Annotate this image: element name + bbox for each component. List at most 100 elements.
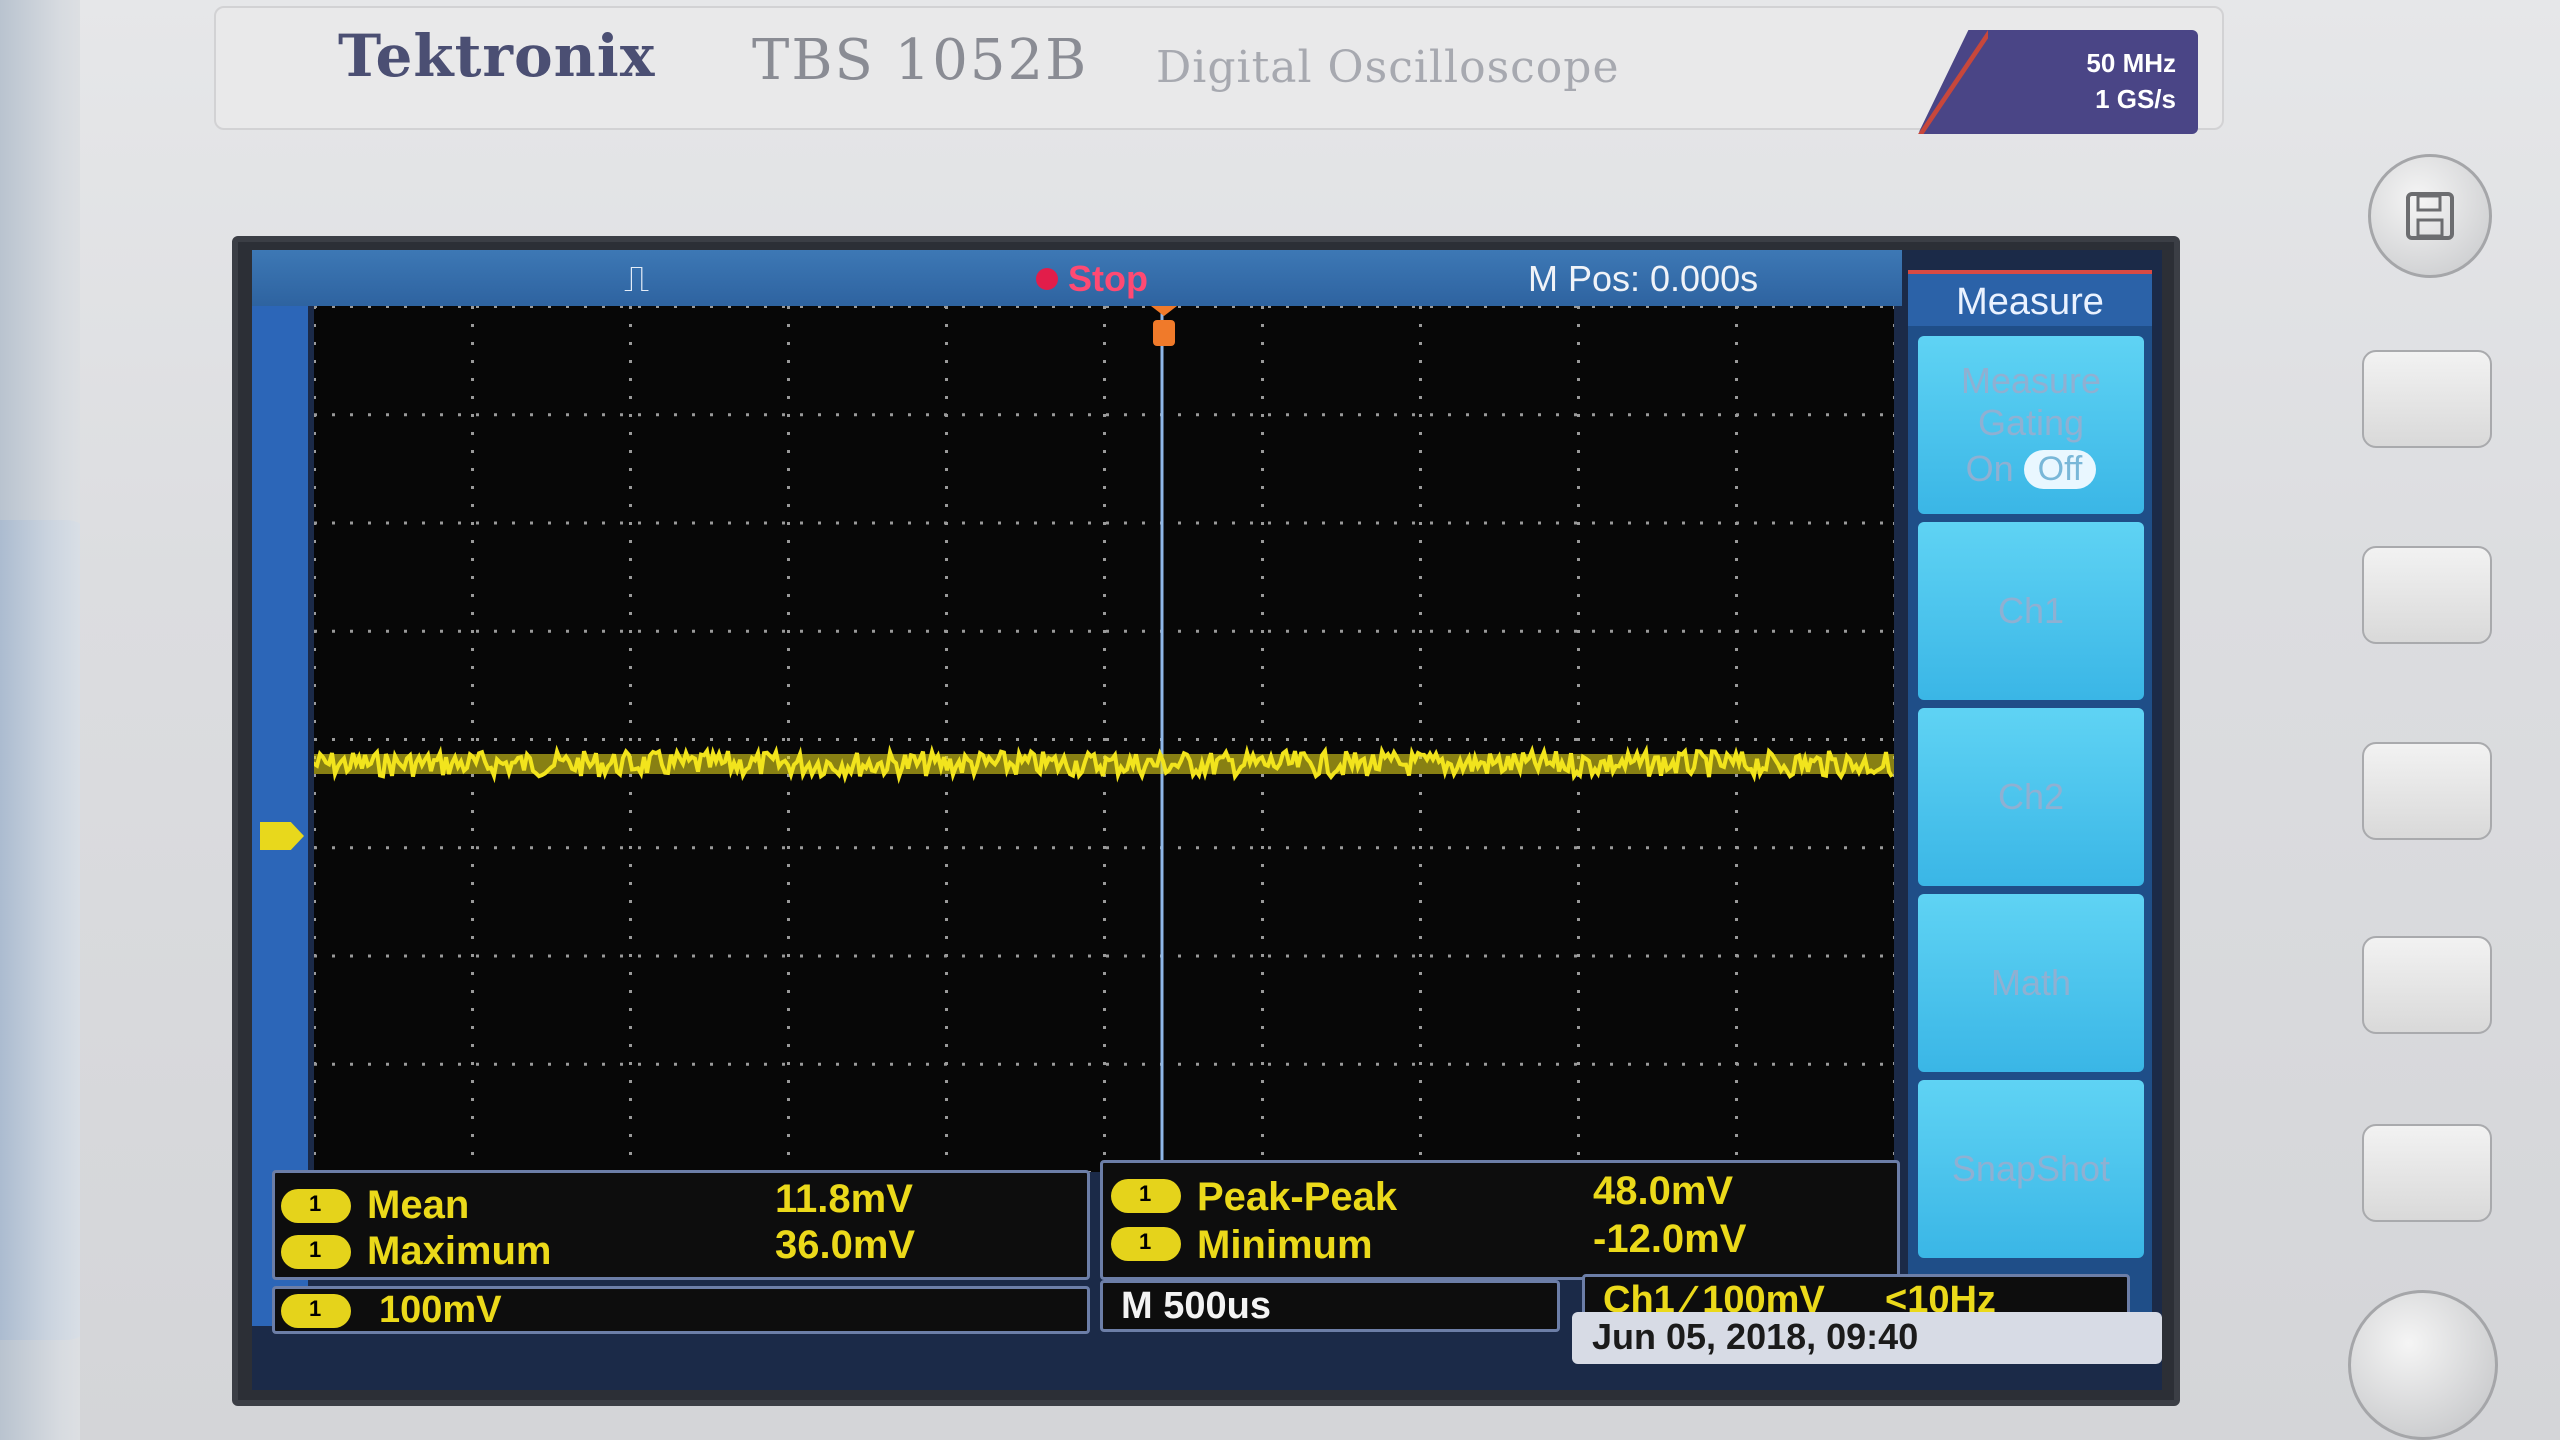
grid-dot	[1577, 468, 1580, 471]
grid-dot	[440, 413, 443, 417]
grid-dot	[728, 629, 731, 633]
gating-label-line2: Gating	[1977, 402, 2085, 443]
grid-dot	[638, 954, 641, 958]
grid-dot	[368, 954, 371, 958]
grid-dot	[854, 1062, 857, 1066]
grid-dot	[1261, 468, 1264, 471]
grid-dot	[1232, 521, 1235, 525]
grid-dot	[1808, 1062, 1811, 1066]
snapshot-button[interactable]: SnapShot	[1918, 1080, 2144, 1258]
grid-dot	[566, 738, 569, 741]
grid-dot	[629, 936, 632, 939]
grid-dot	[1808, 305, 1811, 308]
grid-dot	[620, 305, 623, 308]
grid-dot	[1893, 954, 1896, 957]
grid-dot	[440, 954, 443, 958]
math-button[interactable]: Math	[1918, 894, 2144, 1072]
gating-toggle[interactable]: On Off	[1966, 448, 2097, 490]
grid-dot	[1577, 1098, 1580, 1101]
grid-dot	[1124, 954, 1127, 958]
grid-dot	[764, 846, 767, 850]
ch1-scale: 100mV	[379, 1289, 502, 1331]
grid-dot	[1430, 846, 1433, 850]
grid-dot	[787, 558, 790, 561]
ch1-button[interactable]: Ch1	[1918, 522, 2144, 700]
grid-dot	[787, 450, 790, 453]
option-button-3[interactable]	[2362, 742, 2492, 840]
grid-dot	[404, 305, 407, 308]
option-button-1[interactable]	[2362, 350, 2492, 448]
grid-dot	[1261, 342, 1264, 345]
grid-dot	[471, 828, 474, 831]
grid-dot	[1261, 990, 1264, 993]
grid-dot	[656, 413, 659, 417]
option-button-2[interactable]	[2362, 546, 2492, 644]
grid-dot	[313, 1116, 316, 1119]
grid-dot	[1232, 629, 1235, 633]
grid-dot	[1502, 738, 1505, 741]
grid-dot	[945, 576, 948, 579]
grid-dot	[1322, 629, 1325, 633]
grid-dot	[350, 1062, 353, 1066]
grid-dot	[1103, 1008, 1106, 1011]
grid-dot	[1502, 521, 1505, 525]
option-button-5[interactable]	[2362, 1124, 2492, 1222]
grid-dot	[440, 846, 443, 850]
grid-dot	[908, 738, 911, 741]
measurement-value: -12.0mV	[1593, 1217, 1747, 1261]
grid-dot	[1844, 521, 1847, 525]
grid-dot	[1844, 1062, 1847, 1066]
grid-dot	[944, 413, 947, 417]
grid-dot	[1196, 1062, 1199, 1066]
grid-dot	[787, 720, 790, 723]
grid-dot	[1772, 738, 1775, 741]
grid-dot	[386, 629, 389, 633]
save-button[interactable]	[2368, 154, 2492, 278]
grid-dot	[471, 1152, 474, 1155]
grid-dot	[1754, 413, 1757, 417]
grid-dot	[787, 1134, 790, 1137]
grid-dot	[471, 1116, 474, 1119]
grid-dot	[836, 738, 839, 741]
grid-dot	[368, 1062, 371, 1066]
ch2-button[interactable]: Ch2	[1918, 708, 2144, 886]
grid-dot	[1893, 414, 1896, 417]
option-button-4[interactable]	[2362, 936, 2492, 1034]
grid-dot	[313, 396, 316, 399]
grid-dot	[674, 738, 677, 741]
grid-dot	[1103, 558, 1106, 561]
grid-dot	[1070, 1062, 1073, 1066]
grid-dot	[1142, 738, 1145, 741]
grid-dot	[1052, 1062, 1055, 1066]
grid-dot	[945, 1098, 948, 1101]
grid-dot	[494, 846, 497, 850]
grid-dot	[1232, 413, 1235, 417]
measure-gating-button[interactable]: Measure Gating On Off	[1918, 336, 2144, 514]
multipurpose-knob[interactable]	[2348, 1290, 2498, 1440]
grid-dot	[1682, 413, 1685, 417]
grid-dot	[1735, 504, 1738, 507]
grid-dot	[1250, 954, 1253, 958]
grid-dot	[313, 936, 316, 939]
grid-dot	[584, 954, 587, 958]
grid-dot	[620, 846, 623, 850]
top-status-bar: ⎍ Stop M Pos: 0.000s	[252, 250, 1902, 306]
grid-dot	[1484, 521, 1487, 525]
grid-dot	[1232, 1062, 1235, 1066]
grid-dot	[782, 521, 785, 525]
grid-dot	[1893, 846, 1896, 849]
grid-dot	[1893, 1044, 1896, 1047]
grid-dot	[1880, 738, 1883, 741]
grid-dot	[368, 305, 371, 308]
grid-dot	[313, 882, 316, 885]
grid-dot	[926, 521, 929, 525]
grid-dot	[945, 396, 948, 399]
grid-dot	[945, 864, 948, 867]
brand-logo: Tektronix	[338, 22, 656, 90]
grid-dot	[1419, 1116, 1422, 1119]
grid-dot	[313, 1098, 316, 1101]
grid-dot	[629, 450, 632, 453]
grid-dot	[692, 629, 695, 633]
grid-dot	[1844, 846, 1847, 850]
grid-dot	[1232, 305, 1235, 308]
